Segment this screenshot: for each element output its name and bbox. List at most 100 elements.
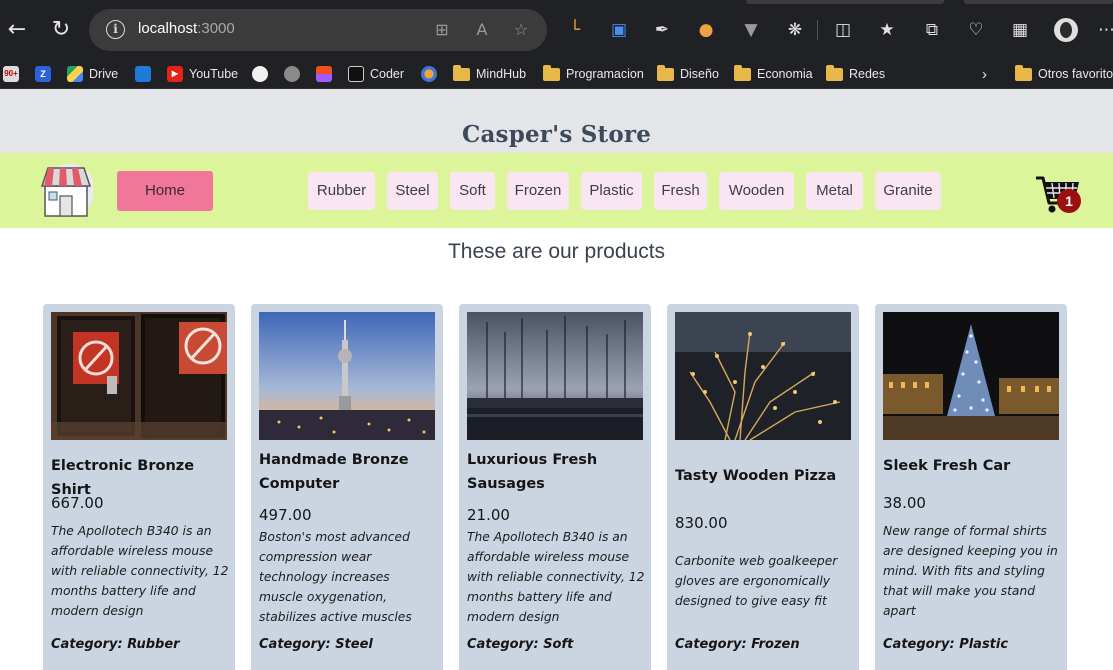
drive-icon — [67, 66, 83, 82]
app-available-icon[interactable]: ⊞ — [431, 19, 453, 41]
product-card: Tasty Wooden Pizza 830.00 Carbonite web … — [667, 304, 859, 670]
product-description: Carbonite web goalkeeper gloves are ergo… — [675, 554, 838, 608]
extension-icon[interactable]: └ — [563, 18, 587, 42]
category-button-rubber[interactable]: Rubber — [308, 172, 375, 210]
page-viewport: Casper's Store Home Rubber Steel Soft Fr… — [0, 89, 1113, 670]
product-category: Category: Rubber — [51, 637, 180, 652]
product-price: 21.00 — [467, 506, 510, 524]
product-card: Electronic Bronze Shirt 667.00 The Apoll… — [43, 304, 235, 670]
category-button-soft[interactable]: Soft — [450, 172, 495, 210]
category-button-steel[interactable]: Steel — [387, 172, 438, 210]
product-price: 497.00 — [259, 506, 312, 524]
folder-icon — [826, 64, 843, 81]
extension-icon[interactable]: ● — [694, 18, 718, 42]
store-title: Casper's Store — [461, 121, 652, 148]
chatgpt-icon — [284, 66, 300, 82]
bookmark-item[interactable] — [252, 64, 268, 84]
folder-icon — [734, 64, 751, 81]
translate-extension-icon[interactable]: ▣ — [607, 18, 631, 42]
product-image — [467, 312, 643, 440]
favorites-icon[interactable]: ★ — [875, 18, 899, 42]
address-bar[interactable]: i localhost:3000 ⊞ A ☆ — [89, 9, 547, 51]
trello-icon — [135, 66, 151, 82]
browser-toolbar: ← ↻ i localhost:3000 ⊞ A ☆ └ ▣ ✒ ● ▼ ❋ ◫… — [0, 0, 1113, 60]
product-description: The Apollotech B340 is an affordable wir… — [51, 524, 229, 618]
product-description: Boston's most advanced compression wear … — [259, 530, 412, 624]
product-category: Category: Steel — [259, 637, 373, 652]
product-price: 830.00 — [675, 514, 728, 532]
category-button-metal[interactable]: Metal — [806, 172, 863, 210]
bookmark-item[interactable] — [421, 64, 437, 84]
product-image — [675, 312, 851, 440]
category-button-frozen[interactable]: Frozen — [507, 172, 569, 210]
product-description: The Apollotech B340 is an affordable wir… — [467, 530, 645, 624]
product-name: Sleek Fresh Car — [883, 458, 1011, 474]
cart-count-badge: 1 — [1057, 189, 1081, 213]
product-image — [51, 312, 227, 440]
z-icon: Z — [35, 66, 51, 82]
color-picker-extension-icon[interactable]: ✒ — [650, 18, 674, 42]
product-category: Category: Frozen — [675, 637, 800, 652]
bookmark-folder-programacion[interactable]: Programacion — [543, 64, 644, 84]
store-navbar: Home Rubber Steel Soft Frozen Plastic Fr… — [0, 153, 1113, 228]
badge-90-icon: 90+ — [3, 66, 19, 82]
category-button-granite[interactable]: Granite — [875, 172, 941, 210]
browser-tab[interactable] — [964, 0, 1113, 4]
bookmark-folder-mindhub[interactable]: MindHub — [453, 64, 526, 84]
bookmark-folder-redes[interactable]: Redes — [826, 64, 885, 84]
folder-icon — [543, 64, 560, 81]
product-card: Luxurious Fresh Sausages 21.00 The Apoll… — [459, 304, 651, 670]
bookmark-item[interactable] — [135, 64, 151, 84]
product-image — [259, 312, 435, 440]
github-icon — [252, 66, 268, 82]
split-screen-icon[interactable]: ◫ — [831, 18, 855, 42]
product-description: New range of formal shirts are designed … — [883, 524, 1058, 618]
bookmark-folder-economia[interactable]: Economia — [734, 64, 813, 84]
more-menu-icon[interactable]: ⋯ — [1098, 18, 1113, 42]
browser-tab[interactable] — [746, 0, 944, 4]
folder-icon — [657, 64, 674, 81]
chevron-right-icon[interactable]: › — [982, 64, 987, 84]
bookmarks-bar: 90+ Z Drive ▶ YouTube Coder MindHub Progr… — [0, 60, 1113, 89]
product-image — [883, 312, 1059, 440]
refresh-icon[interactable]: ↻ — [45, 14, 77, 46]
product-price: 38.00 — [883, 494, 926, 512]
product-name: Handmade Bronze Computer — [259, 452, 409, 492]
coder-icon — [348, 66, 364, 82]
collections-icon[interactable]: ⧉ — [920, 18, 944, 42]
bookmark-item[interactable] — [316, 64, 332, 84]
home-button[interactable]: Home — [117, 171, 213, 211]
vue-devtools-icon[interactable]: ▼ — [739, 18, 763, 42]
profile-avatar[interactable] — [1054, 18, 1078, 42]
firefox-icon — [421, 66, 437, 82]
bookmark-item[interactable]: Z — [35, 64, 51, 84]
url-text[interactable]: localhost:3000 — [138, 20, 235, 37]
product-price: 667.00 — [51, 494, 104, 512]
back-icon[interactable]: ← — [1, 14, 33, 46]
figma-icon — [316, 66, 332, 82]
bookmark-item[interactable] — [284, 64, 300, 84]
screenshot-icon[interactable]: ▦ — [1008, 18, 1032, 42]
product-card: Handmade Bronze Computer 497.00 Boston's… — [251, 304, 443, 670]
folder-icon — [453, 64, 470, 81]
bookmark-folder-diseno[interactable]: Diseño — [657, 64, 719, 84]
extensions-puzzle-icon[interactable]: ❋ — [783, 18, 807, 42]
browser-essentials-icon[interactable]: ♡ — [964, 18, 988, 42]
product-name: Tasty Wooden Pizza — [675, 468, 837, 484]
bookmark-coder[interactable]: Coder — [348, 64, 404, 84]
bookmark-item[interactable]: 90+ — [3, 64, 19, 84]
bookmark-youtube[interactable]: ▶ YouTube — [167, 64, 238, 84]
favorite-star-icon[interactable]: ☆ — [510, 19, 532, 41]
store-logo-icon[interactable] — [39, 160, 93, 218]
bookmark-folder-otros-favoritos[interactable]: Otros favoritos — [1015, 64, 1113, 84]
section-heading: These are our products — [447, 240, 666, 263]
category-button-fresh[interactable]: Fresh — [654, 172, 707, 210]
product-category: Category: Plastic — [883, 637, 1009, 652]
bookmark-drive[interactable]: Drive — [67, 64, 118, 84]
folder-icon — [1015, 64, 1032, 81]
category-button-plastic[interactable]: Plastic — [581, 172, 642, 210]
read-aloud-icon[interactable]: A — [471, 19, 493, 41]
product-category: Category: Soft — [467, 637, 574, 652]
category-button-wooden[interactable]: Wooden — [719, 172, 794, 210]
site-info-icon[interactable]: i — [106, 20, 125, 39]
